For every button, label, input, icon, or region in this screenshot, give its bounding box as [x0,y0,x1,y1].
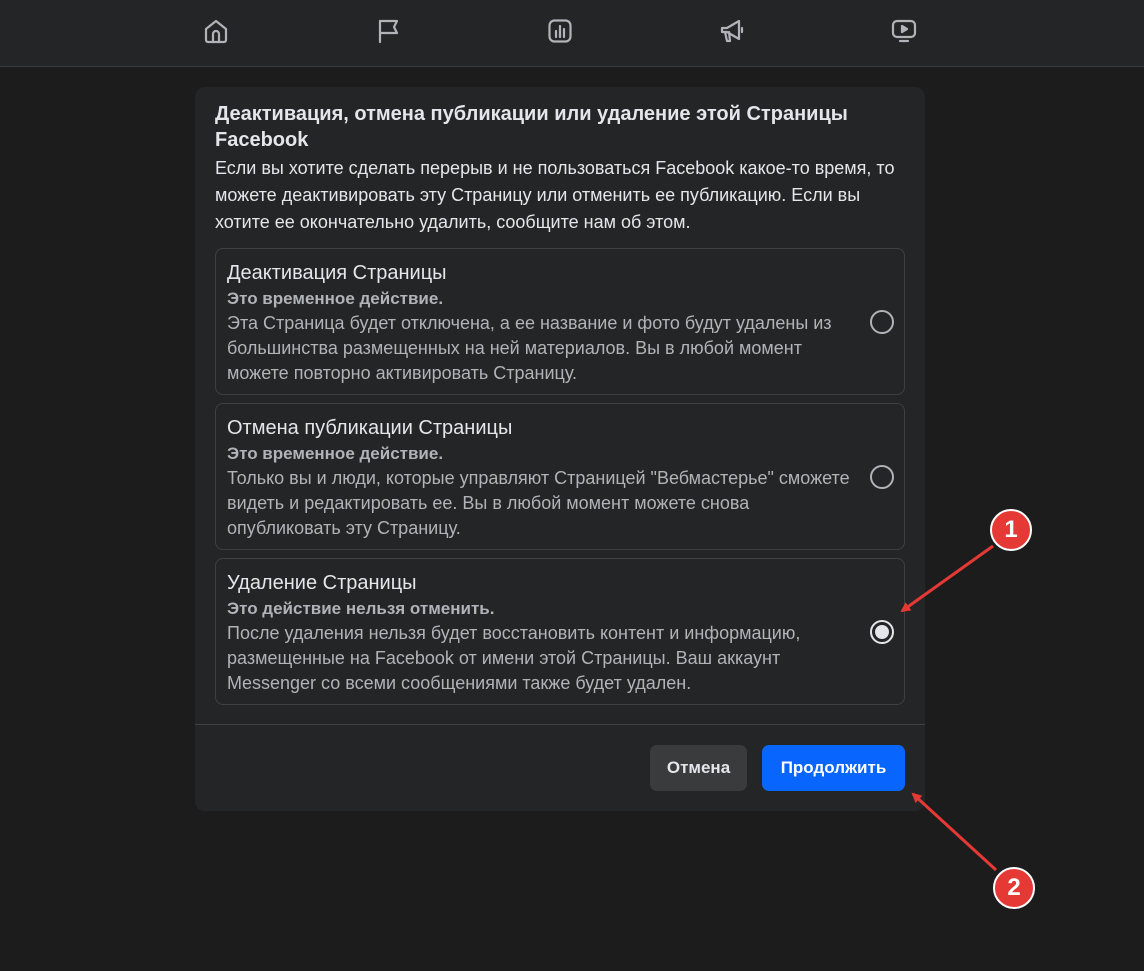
arrow-2 [911,792,998,872]
dialog-title: Деактивация, отмена публикации или удале… [215,103,848,151]
option-deactivate-page[interactable]: Деактивация Страницы Это временное дейст… [215,248,905,395]
option-subtitle: Это временное действие. [227,444,444,463]
continue-button[interactable]: Продолжить [762,745,905,791]
flag-icon[interactable] [371,14,405,48]
option-description: Только вы и люди, которые управляют Стра… [227,468,850,538]
option-subtitle: Это временное действие. [227,289,444,308]
option-unpublish-page[interactable]: Отмена публикации Страницы Это временное… [215,403,905,550]
radio-delete[interactable] [870,620,894,644]
top-navigation-bar [0,0,1144,67]
radio-unpublish[interactable] [870,465,894,489]
insights-icon[interactable] [543,14,577,48]
annotation-badge-2: 2 [993,867,1035,909]
megaphone-icon[interactable] [715,14,749,48]
option-subtitle: Это действие нельзя отменить. [227,599,495,618]
annotation-badge-1: 1 [990,509,1032,551]
video-icon[interactable] [887,14,921,48]
option-title: Удаление Страницы [227,572,417,594]
delete-page-dialog: Деактивация, отмена публикации или удале… [195,87,925,811]
footer-divider [195,724,925,725]
home-icon[interactable] [199,14,233,48]
radio-deactivate[interactable] [870,310,894,334]
option-description: Эта Страница будет отключена, а ее назва… [227,313,832,383]
dialog-description: Если вы хотите сделать перерыв и не поль… [215,158,895,232]
option-title: Деактивация Страницы [227,262,447,284]
option-delete-page[interactable]: Удаление Страницы Это действие нельзя от… [215,558,905,705]
option-description: После удаления нельзя будет восстановить… [227,623,801,693]
cancel-button[interactable]: Отмена [650,745,747,791]
option-title: Отмена публикации Страницы [227,417,513,439]
